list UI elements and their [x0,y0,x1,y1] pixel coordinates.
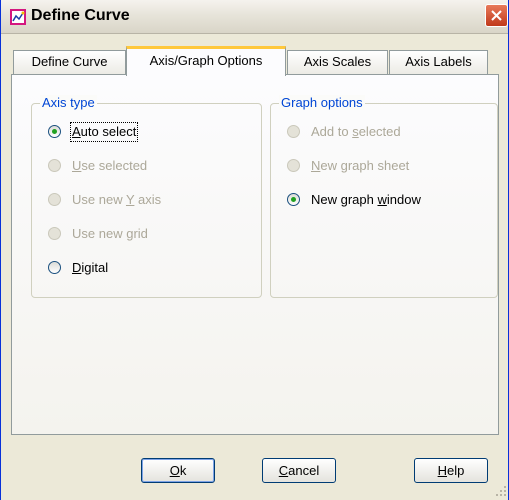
radio-label: Use selected [72,158,148,173]
tab-axis-graph-options[interactable]: Axis/Graph Options [126,46,286,76]
radio-label: New graph window [311,192,421,207]
tab-strip: Define Curve Axis/Graph Options Axis Sca… [11,46,501,76]
tab-define-curve[interactable]: Define Curve [13,50,126,74]
cancel-button[interactable]: Cancel [262,458,336,483]
radio-button[interactable] [48,125,61,138]
radio-label: Auto select [69,122,139,142]
radio-button[interactable] [48,261,61,274]
radio-label: New graph sheet [311,158,410,173]
radio-button [48,193,61,206]
window-title: Define Curve [31,7,130,24]
close-button[interactable] [485,4,508,27]
tab-panel: Axis type Auto select Use selected Use n… [11,74,499,435]
tab-axis-labels[interactable]: Axis Labels [389,50,488,74]
radio-button [48,159,61,172]
radio-label: Add to selected [311,124,401,139]
ok-button[interactable]: Ok [141,458,215,483]
app-icon [10,9,26,25]
radio-label: Use new grid [72,226,148,241]
graph-options-title: Graph options [279,95,365,110]
tab-axis-scales[interactable]: Axis Scales [287,50,388,74]
radio-button [48,227,61,240]
graph-options-group: Graph options Add to selected New graph … [270,95,498,298]
title-bar[interactable]: Define Curve [1,0,508,34]
radio-selected-dot [291,197,296,202]
define-curve-dialog: Define Curve Define Curve Axis/Graph Opt… [0,0,509,500]
axis-type-group: Axis type Auto select Use selected Use n… [31,95,262,298]
help-button[interactable]: Help [414,458,488,483]
axis-type-title: Axis type [40,95,97,110]
radio-label: Digital [72,260,109,275]
radio-button[interactable] [287,193,300,206]
radio-label: Use new Y axis [72,192,162,207]
resize-grip-icon[interactable] [495,485,507,497]
close-icon [491,10,502,21]
radio-button [287,125,300,138]
radio-button [287,159,300,172]
radio-selected-dot [52,129,57,134]
